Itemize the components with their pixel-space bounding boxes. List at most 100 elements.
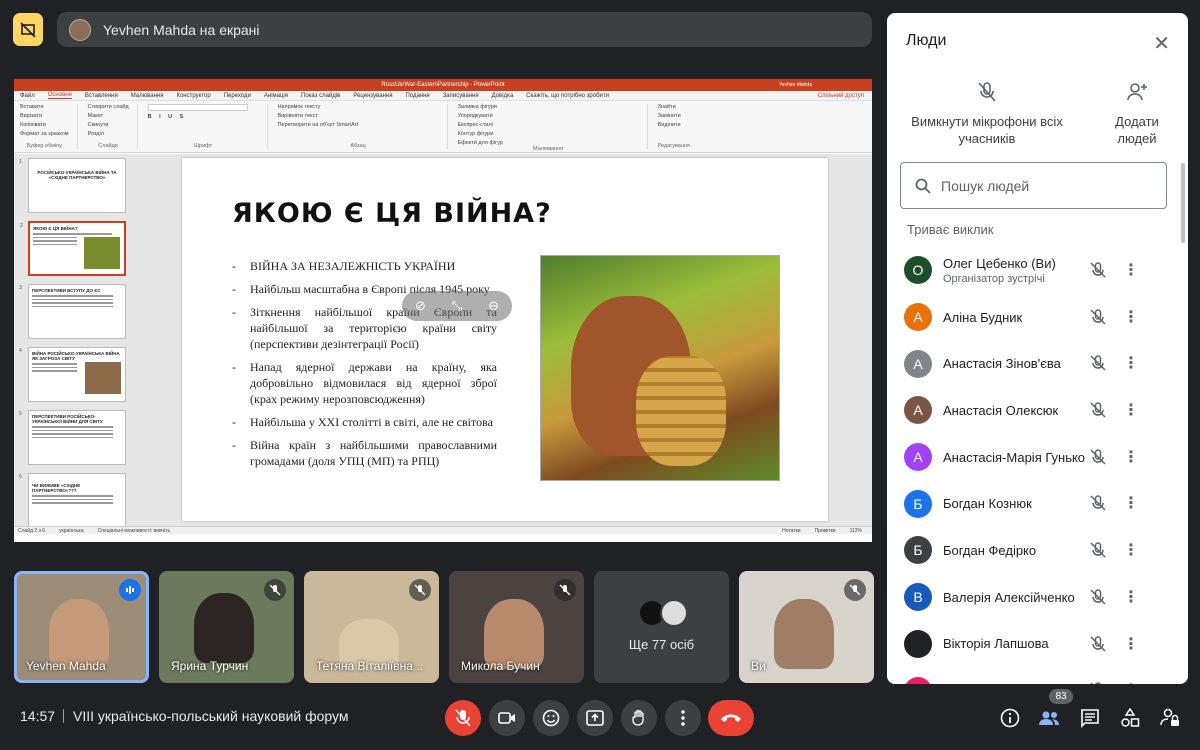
menu-file[interactable]: Файл [20,93,35,99]
panel-scrollbar[interactable] [1181,163,1185,243]
chat-button[interactable] [1078,706,1102,730]
participant-row[interactable]: Вікторія Лапшова ⋮ [887,621,1177,668]
shape-outline-button[interactable]: Контур фігури [458,131,639,137]
more-vert-icon[interactable]: ⋮ [1123,307,1139,327]
menu-help[interactable]: Довідка [492,93,514,99]
quick-styles-button[interactable]: Експрес-стилі [458,122,639,128]
font-style-buttons[interactable]: B I U S [148,114,259,120]
participant-row[interactable]: Б Богдан Кознюк ⋮ [887,480,1177,527]
menu-slideshow[interactable]: Показ слайдів [301,93,340,99]
menu-design[interactable]: Конструктор [176,93,210,99]
slide-thumb-1[interactable]: 1 РОСІЙСЬКО-УКРАЇНСЬКА ВІЙНА ТА «СХІДНЕ … [19,158,126,213]
text-direction-button[interactable]: Напрямок тексту [278,104,439,110]
more-options-button[interactable] [665,700,701,736]
remove-icon[interactable]: ⊖ [488,298,499,314]
menu-view[interactable]: Подання [405,93,429,99]
reset-button[interactable]: Скинути [88,122,129,128]
more-vert-icon[interactable]: ⋮ [1123,634,1139,654]
smartart-button[interactable]: Перетворити на об'єкт SmartArt [278,122,439,128]
participant-row[interactable]: Б Богдан Федірко ⋮ [887,527,1177,574]
more-participants-tile[interactable]: Ще 77 осіб [594,571,729,683]
menu-draw[interactable]: Малювання [131,93,164,99]
mute-all-button[interactable]: Вимкнути мікрофони всіх учасників [907,81,1067,147]
menu-home[interactable]: Основне [47,92,72,99]
more-vert-icon[interactable]: ⋮ [1123,587,1139,607]
mic-off-icon[interactable] [1089,588,1107,611]
close-icon[interactable]: ✕ [1153,31,1170,56]
new-slide-button[interactable]: Створити слайд [88,104,129,110]
comments-button[interactable]: Примітки [815,528,836,534]
zoom-level[interactable]: 113% [850,528,862,534]
slide-thumb-5[interactable]: 5 ПЕРСПЕКТИВИ РОСІЙСЬКО-УКРАЇНСЬКОЇ ВІЙН… [19,410,126,465]
menu-review[interactable]: Рецензування [353,93,392,99]
current-slide[interactable]: ЯКОЮ Є ЦЯ ВІЙНА? ВІЙНА ЗА НЕЗАЛЕЖНІСТЬ У… [182,158,828,521]
pin-off-icon[interactable]: ⊘ [415,298,426,314]
menu-tell-me[interactable]: Скажіть, що потрібно зробити [526,93,609,99]
participant-row[interactable]: В Вікторія Поляк ⋮ [887,667,1177,684]
cut-button[interactable]: Вирізати [20,113,69,119]
more-vert-icon[interactable]: ⋮ [1123,447,1139,467]
layout-button[interactable]: Макет [88,113,129,119]
camera-toggle-button[interactable] [489,700,525,736]
participant-row[interactable]: О Олег Цебенко (Ви) Організатор зустрічі ⋮ [887,247,1177,294]
mic-off-icon[interactable] [1089,354,1107,377]
participant-tile[interactable]: Тетяна Віталіївна... [304,571,439,683]
more-vert-icon[interactable]: ⋮ [1123,540,1139,560]
slide-thumb-2[interactable]: 2 ЯКОЮ Є ЦЯ ВІЙНА? [20,221,126,276]
paste-button[interactable]: Вставити [20,104,69,110]
replace-button[interactable]: Замінити [658,113,690,119]
copy-button[interactable]: Копіювати [20,122,69,128]
host-controls-button[interactable] [1158,706,1182,730]
fullscreen-off-icon[interactable]: ⤡ [452,298,462,314]
search-box[interactable] [900,162,1167,209]
participant-tile[interactable]: Микола Бучин [449,571,584,683]
mic-off-icon[interactable] [1089,681,1107,684]
more-vert-icon[interactable]: ⋮ [1123,260,1139,280]
participant-row[interactable]: А Аліна Будник ⋮ [887,294,1177,341]
raise-hand-button[interactable] [621,700,657,736]
presenting-indicator[interactable]: Yevhen Mahda на екрані [57,12,872,47]
slide-thumb-4[interactable]: 4 ВІЙНА РОСІЙСЬКО-УКРАЇНСЬКА ВІЙНА ЯК ЗА… [19,347,126,402]
mic-off-icon[interactable] [1089,448,1107,471]
find-button[interactable]: Знайти [658,104,690,110]
meeting-details-button[interactable] [998,706,1022,730]
people-button[interactable] [1037,706,1061,730]
present-now-button[interactable] [577,700,613,736]
menu-record[interactable]: Записування [443,93,479,99]
more-vert-icon[interactable]: ⋮ [1123,680,1139,684]
mic-toggle-button[interactable] [445,700,481,736]
leave-call-button[interactable] [708,700,754,736]
mic-off-icon[interactable] [1089,635,1107,658]
menu-insert[interactable]: Вставлення [85,93,118,99]
mic-off-icon[interactable] [1089,261,1107,284]
shape-fill-button[interactable]: Заливка фігури [458,104,639,110]
mic-off-icon[interactable] [1089,541,1107,564]
select-button[interactable]: Виділити [658,122,690,128]
participant-row[interactable]: А Анастасія Олексюк ⋮ [887,387,1177,434]
notes-button[interactable]: Нотатки [782,528,800,534]
participant-tile[interactable]: Yevhen Mahda [14,571,149,683]
mic-off-icon[interactable] [1089,494,1107,517]
activities-button[interactable] [1118,706,1142,730]
align-text-button[interactable]: Вирівняти текст [278,113,439,119]
participant-row[interactable]: В Валерія Алексійченко ⋮ [887,574,1177,621]
arrange-button[interactable]: Упорядкувати [458,113,639,119]
menu-transitions[interactable]: Переходи [224,93,251,99]
mic-off-icon[interactable] [1089,401,1107,424]
participant-tile[interactable]: Ярина Турчин [159,571,294,683]
self-tile[interactable]: Ви [739,571,874,683]
slide-thumb-6[interactable]: 6 ЧИ ВИЖИВЕ «СХІДНЕ ПАРТНЕРСТВО»??? [19,473,126,528]
section-button[interactable]: Розділ [88,131,129,137]
more-vert-icon[interactable]: ⋮ [1123,353,1139,373]
participant-row[interactable]: А Анастасія Зінов'єва ⋮ [887,340,1177,387]
reactions-button[interactable] [533,700,569,736]
presentation-off-icon[interactable] [13,13,43,46]
more-vert-icon[interactable]: ⋮ [1123,493,1139,513]
mic-off-icon[interactable] [1089,308,1107,331]
search-input[interactable] [941,177,1151,194]
status-language[interactable]: українська [59,528,84,534]
font-name-field[interactable] [147,104,248,111]
slide-thumb-3[interactable]: 3 ПЕРСПЕКТИВИ ВСТУПУ ДО ЄС [19,284,126,339]
participant-row[interactable]: А Анастасія-Марія Гунько ⋮ [887,434,1177,481]
more-vert-icon[interactable]: ⋮ [1123,400,1139,420]
